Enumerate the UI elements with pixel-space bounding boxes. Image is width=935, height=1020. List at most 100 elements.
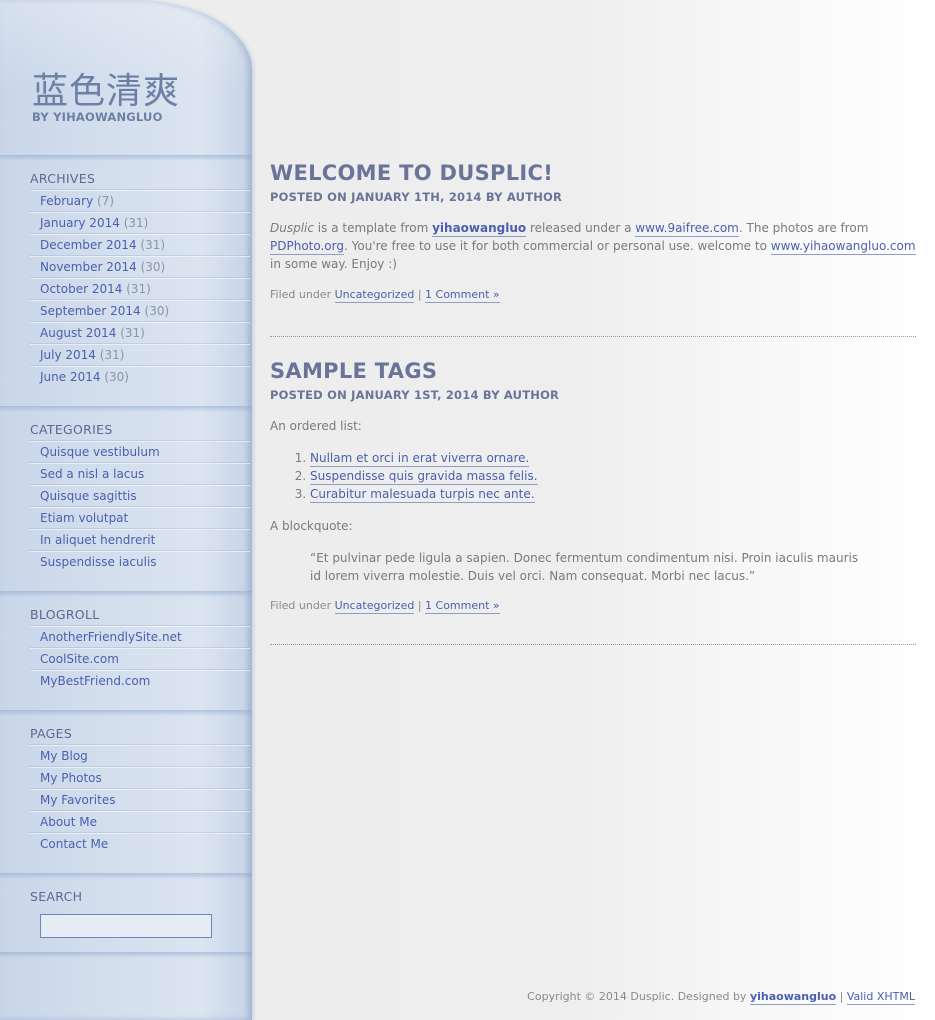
separator: | xyxy=(414,288,426,301)
category-item[interactable]: Quisque vestibulum xyxy=(30,441,250,463)
category-link[interactable]: In aliquet hendrerit xyxy=(40,533,155,547)
post-meta: POSTED ON JANUARY 1TH, 2014 BY AUTHOR xyxy=(270,190,563,204)
page-item[interactable]: My Blog xyxy=(30,745,250,767)
blogroll-link[interactable]: CoolSite.com xyxy=(40,652,119,666)
category-link[interactable]: Quisque vestibulum xyxy=(40,445,160,459)
archive-link[interactable]: August 2014 xyxy=(40,326,116,340)
list-item-link[interactable]: Curabitur malesuada turpis nec ante. xyxy=(310,487,535,503)
sidebar-divider xyxy=(0,952,252,958)
category-link[interactable]: Suspendisse iaculis xyxy=(40,555,157,569)
post-text: . The photos are from xyxy=(738,221,869,235)
filed-under-label: Filed under xyxy=(270,599,335,612)
page-link[interactable]: Contact Me xyxy=(40,837,108,851)
site-title[interactable]: 蓝色清爽 xyxy=(32,72,180,112)
sidebar-divider xyxy=(0,406,252,412)
post-title[interactable]: WELCOME TO DUSPLIC! xyxy=(270,160,916,186)
list-item: Curabitur malesuada turpis nec ante. xyxy=(310,485,916,503)
archive-link[interactable]: December 2014 xyxy=(40,238,137,252)
post-link-photos[interactable]: PDPhoto.org xyxy=(270,239,344,255)
page-link[interactable]: My Blog xyxy=(40,749,88,763)
category-link[interactable]: Sed a nisl a lacus xyxy=(40,467,144,481)
archive-link[interactable]: June 2014 xyxy=(40,370,101,384)
blogroll-item[interactable]: MyBestFriend.com xyxy=(30,670,250,692)
blogroll-link[interactable]: MyBestFriend.com xyxy=(40,674,150,688)
post-text: in some way. Enjoy :) xyxy=(270,257,397,271)
post: SAMPLE TAGS POSTED ON JANUARY 1ST, 2014 … xyxy=(270,358,916,614)
page-link[interactable]: About Me xyxy=(40,815,97,829)
archive-item[interactable]: February (7) xyxy=(30,190,250,212)
archive-link[interactable]: January 2014 xyxy=(40,216,120,230)
archive-item[interactable]: September 2014 (30) xyxy=(30,300,250,322)
blogroll-item[interactable]: AnotherFriendlySite.net xyxy=(30,626,250,648)
search-heading: SEARCH xyxy=(30,889,83,904)
archive-count: (31) xyxy=(123,216,149,230)
archive-item[interactable]: December 2014 (31) xyxy=(30,234,250,256)
list-item-link[interactable]: Suspendisse quis gravida massa felis. xyxy=(310,469,538,485)
pages-heading: PAGES xyxy=(30,726,73,741)
footer: Copyright © 2014 Dusplic. Designed by yi… xyxy=(527,990,915,1005)
post-divider xyxy=(270,644,916,645)
archive-link[interactable]: July 2014 xyxy=(40,348,96,362)
post-title[interactable]: SAMPLE TAGS xyxy=(270,358,916,384)
sidebar-divider xyxy=(0,873,252,879)
filed-under-label: Filed under xyxy=(270,288,335,301)
post-link-license[interactable]: www.9aifree.com xyxy=(635,221,739,237)
post-link-author[interactable]: yihaowangluo xyxy=(432,221,527,237)
page-item[interactable]: Contact Me xyxy=(30,833,250,855)
blogroll-heading: BLOGROLL xyxy=(30,607,100,622)
archive-link[interactable]: October 2014 xyxy=(40,282,122,296)
category-link[interactable]: Uncategorized xyxy=(334,599,415,614)
search-input[interactable] xyxy=(40,914,212,938)
separator: | xyxy=(414,599,426,612)
archive-count: (31) xyxy=(99,348,125,362)
archive-item[interactable]: January 2014 (31) xyxy=(30,212,250,234)
post-title-text[interactable]: SAMPLE TAGS xyxy=(270,359,437,383)
sidebar-divider xyxy=(0,155,252,161)
category-item[interactable]: Suspendisse iaculis xyxy=(30,551,250,573)
sidebar: 蓝色清爽 BY YIHAOWANGLUO ARCHIVES February (… xyxy=(0,0,252,1020)
archive-count: (31) xyxy=(126,282,151,296)
post-title-text[interactable]: WELCOME TO DUSPLIC! xyxy=(270,161,553,185)
page-item[interactable]: My Favorites xyxy=(30,789,250,811)
list-item: Nullam et orci in erat viverra ornare. xyxy=(310,449,916,467)
archive-item[interactable]: August 2014 (31) xyxy=(30,322,250,344)
archive-link[interactable]: February xyxy=(40,194,93,208)
archives-list: February (7) January 2014 (31) December … xyxy=(30,190,250,388)
comments-link[interactable]: 1 Comment » xyxy=(425,599,500,614)
archive-item[interactable]: July 2014 (31) xyxy=(30,344,250,366)
designer-link[interactable]: yihaowangluo xyxy=(749,990,837,1005)
page-link[interactable]: My Favorites xyxy=(40,793,115,807)
category-link[interactable]: Etiam volutpat xyxy=(40,511,128,525)
post-link-website[interactable]: www.yihaowangluo.com xyxy=(770,239,916,255)
archive-count: (30) xyxy=(104,370,129,384)
page-link[interactable]: My Photos xyxy=(40,771,102,785)
categories-list: Quisque vestibulum Sed a nisl a lacus Qu… xyxy=(30,441,250,573)
category-link[interactable]: Quisque sagittis xyxy=(40,489,137,503)
separator: | xyxy=(836,990,847,1003)
blockquote-intro: A blockquote: xyxy=(270,519,353,533)
archive-count: (31) xyxy=(120,326,145,340)
site-byline: BY YIHAOWANGLUO xyxy=(32,110,163,124)
list-item-link[interactable]: Nullam et orci in erat viverra ornare. xyxy=(310,451,530,467)
blockquote: “Et pulvinar pede ligula a sapien. Donec… xyxy=(310,551,859,583)
category-link[interactable]: Uncategorized xyxy=(334,288,415,303)
valid-xhtml-link[interactable]: Valid XHTML xyxy=(846,990,915,1005)
category-item[interactable]: In aliquet hendrerit xyxy=(30,529,250,551)
archive-link[interactable]: September 2014 xyxy=(40,304,141,318)
archive-count: (30) xyxy=(144,304,170,318)
category-item[interactable]: Quisque sagittis xyxy=(30,485,250,507)
page-item[interactable]: My Photos xyxy=(30,767,250,789)
archive-link[interactable]: November 2014 xyxy=(40,260,137,274)
archive-count: (30) xyxy=(140,260,166,274)
blogroll-link[interactable]: AnotherFriendlySite.net xyxy=(40,630,182,644)
archive-item[interactable]: October 2014 (31) xyxy=(30,278,250,300)
archive-item[interactable]: November 2014 (30) xyxy=(30,256,250,278)
blogroll-item[interactable]: CoolSite.com xyxy=(30,648,250,670)
post-emphasis: Dusplic xyxy=(270,221,314,235)
archive-item[interactable]: June 2014 (30) xyxy=(30,366,250,388)
category-item[interactable]: Sed a nisl a lacus xyxy=(30,463,250,485)
comments-link[interactable]: 1 Comment » xyxy=(425,288,500,303)
page-item[interactable]: About Me xyxy=(30,811,250,833)
category-item[interactable]: Etiam volutpat xyxy=(30,507,250,529)
post: WELCOME TO DUSPLIC! POSTED ON JANUARY 1T… xyxy=(270,160,916,303)
